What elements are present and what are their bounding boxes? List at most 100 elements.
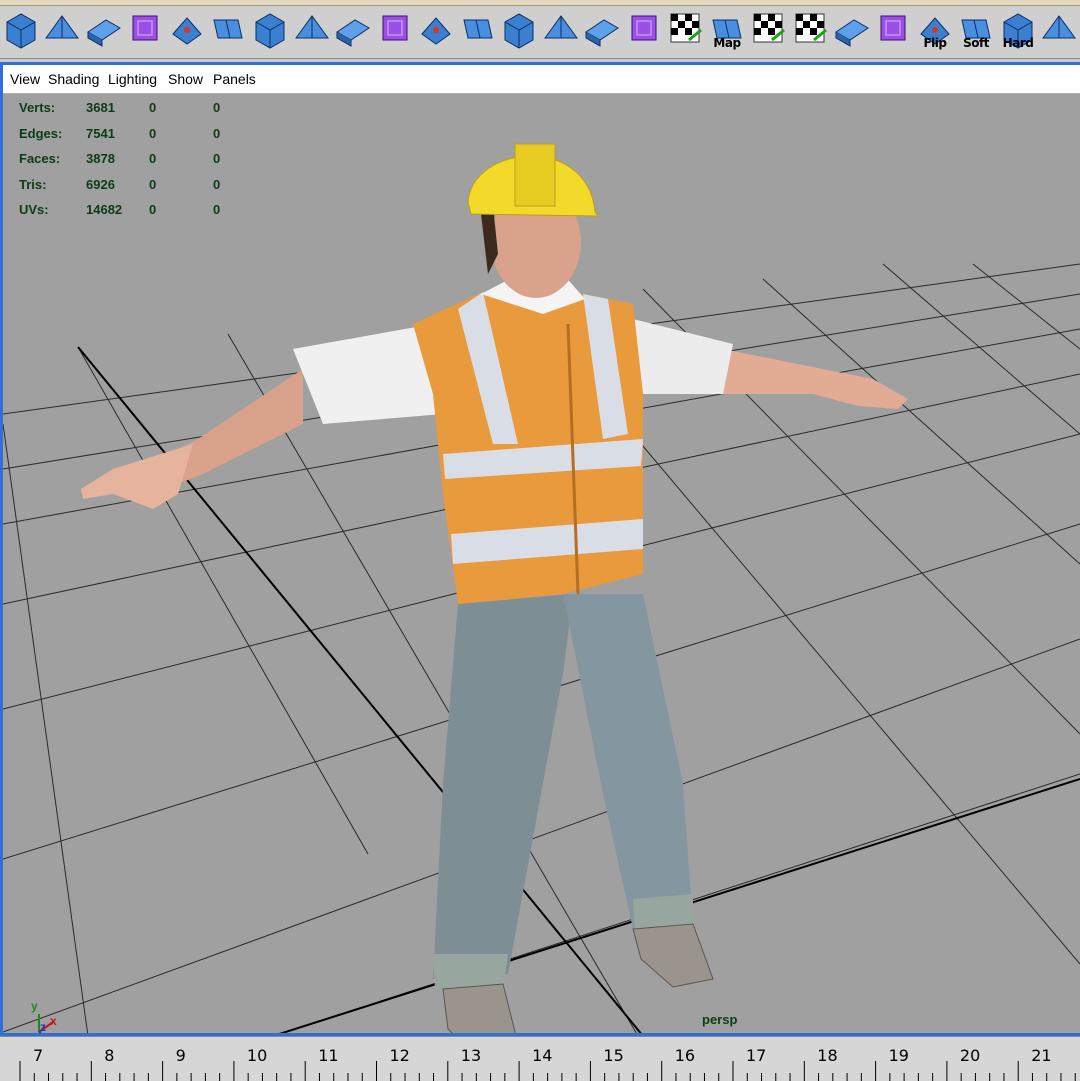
merge-vertex-tool-button[interactable] <box>416 8 456 52</box>
smooth-icon <box>382 15 408 41</box>
subdivide-icon <box>544 15 578 39</box>
uv-texture-editor-tool-button[interactable] <box>832 8 872 52</box>
append-polygon-icon <box>504 13 534 49</box>
extrude-face-icon <box>213 19 243 39</box>
perspective-viewport[interactable]: Verts: 3681 0 0 Edges: 7541 0 0 Faces: 3878 0 0 Tris… <box>3 94 1080 1034</box>
time-tick-label: 16 <box>674 1046 696 1065</box>
time-tick-label: 7 <box>33 1046 44 1065</box>
duplicate-face-icon <box>585 19 619 47</box>
cut-faces-icon <box>463 19 493 39</box>
soften-edge-tool-button[interactable]: Soft <box>956 8 996 52</box>
poly-cube-select-tool-button[interactable] <box>42 8 82 52</box>
poly-cube-wire-icon <box>87 19 121 47</box>
menu-shading[interactable]: Shading <box>48 71 99 87</box>
smooth-tool-button[interactable] <box>375 8 415 52</box>
menu-show[interactable]: Show <box>168 71 203 87</box>
poly-cube-tool-button[interactable] <box>1 8 41 52</box>
poly-cube-select-icon <box>45 15 79 39</box>
tool-label: Soft <box>963 36 989 50</box>
time-tick-label: 20 <box>959 1046 981 1065</box>
hud-row-label: UVs: <box>19 202 49 217</box>
extrude-face-tool-button[interactable] <box>208 8 248 52</box>
menu-view[interactable]: View <box>10 71 40 87</box>
uv-checker-arrow-2-tool-button[interactable] <box>790 8 830 52</box>
split-face-tool-button[interactable] <box>333 8 373 52</box>
time-tick-label: 18 <box>817 1046 838 1065</box>
time-tick-label: 12 <box>389 1046 410 1065</box>
uv-layout-tool-button[interactable] <box>873 8 913 52</box>
time-tick-label: 15 <box>603 1046 624 1065</box>
hud-row-value: 7541 <box>86 125 115 141</box>
axis-label-z: z <box>40 1020 46 1034</box>
merge-vertex-icon <box>421 17 451 45</box>
hud-row-value: 0 <box>149 100 157 115</box>
time-tick-label: 8 <box>104 1046 115 1065</box>
hud-row-value: 0 <box>149 151 157 166</box>
hud-row-value: 3681 <box>86 100 115 115</box>
cut-faces-tool-button[interactable] <box>458 8 498 52</box>
move-pivot-tool-button[interactable] <box>624 8 664 52</box>
harden-edge-tool-button[interactable]: Hard <box>998 8 1038 52</box>
plane-pyramid-tool-button[interactable] <box>125 8 165 52</box>
select-face-icon <box>172 17 202 45</box>
uv-checker-arrow-2-icon <box>795 13 827 43</box>
hud-row-label: Tris: <box>19 176 47 192</box>
camera-name-label: persp <box>702 1012 738 1027</box>
subdivide-tool-button[interactable] <box>541 8 581 52</box>
axis-label-x: x <box>50 1014 57 1028</box>
shelf-toolbar: Map Flip Soft Hard <box>0 0 1080 59</box>
time-tick-label: 9 <box>175 1046 186 1065</box>
plane-pyramid-icon <box>132 15 158 41</box>
flip-normal-tool-button[interactable]: Flip <box>915 8 955 52</box>
select-face-tool-button[interactable] <box>167 8 207 52</box>
hud-row-value: 3878 <box>86 151 115 166</box>
time-tick-label: 21 <box>1031 1046 1052 1065</box>
bevel-tool-button[interactable] <box>250 8 290 52</box>
hud-row-value: 0 <box>213 125 221 141</box>
time-tick-label: 13 <box>460 1046 482 1065</box>
uv-checker-tool-button[interactable] <box>665 8 705 52</box>
tool-label: Flip <box>923 36 947 50</box>
tool-label: Hard <box>1002 36 1034 50</box>
time-tick-label: 19 <box>888 1046 909 1065</box>
shelf-tab-strip <box>0 0 1080 6</box>
polygon-plane-tool-button[interactable] <box>1039 8 1079 52</box>
append-polygon-tool-button[interactable] <box>499 8 539 52</box>
time-tick-label: 10 <box>246 1046 268 1065</box>
time-tick-label: 11 <box>318 1046 339 1065</box>
polygon-plane-icon <box>1042 15 1076 39</box>
uv-texture-editor-icon <box>835 19 869 47</box>
poly-cube-wire-tool-button[interactable] <box>84 8 124 52</box>
uv-checker-arrow-icon <box>753 13 785 43</box>
time-tick-label: 14 <box>532 1046 553 1065</box>
axis-label-y: y <box>31 999 38 1013</box>
time-tick-label: 17 <box>746 1046 767 1065</box>
viewport-scene <box>3 143 1080 1033</box>
bevel-icon <box>255 13 285 49</box>
hud-row-value: 0 <box>213 151 221 166</box>
hud-row-label: Edges: <box>19 125 63 141</box>
menu-lighting[interactable]: Lighting <box>108 71 157 87</box>
wedge-icon <box>295 15 329 39</box>
move-pivot-icon <box>631 15 657 41</box>
poly-cube-icon <box>6 13 36 49</box>
menu-panels[interactable]: Panels <box>213 71 256 87</box>
hud-row-value: 0 <box>213 202 221 217</box>
panel-menu-bar: View Shading Lighting Show Panels <box>3 65 1080 94</box>
hud-row-value: 0 <box>213 176 221 192</box>
hud-row-label: Verts: <box>19 100 56 115</box>
uv-layout-icon <box>880 15 906 41</box>
perspective-panel: View Shading Lighting Show Panels Verts:… <box>0 62 1080 1036</box>
hud-row-value: 0 <box>149 202 157 217</box>
hud-row-value: 0 <box>149 125 157 141</box>
duplicate-face-tool-button[interactable] <box>582 8 622 52</box>
split-face-icon <box>336 19 370 47</box>
hud-row-label: Faces: <box>19 151 61 166</box>
construction-worker-model <box>81 143 908 1033</box>
auto-map-tool-button[interactable]: Map <box>707 8 747 52</box>
uv-checker-arrow-tool-button[interactable] <box>748 8 788 52</box>
uv-checker-icon <box>670 13 702 43</box>
tool-label: Map <box>713 36 741 50</box>
wedge-tool-button[interactable] <box>292 8 332 52</box>
time-slider[interactable]: 7 8 9 10 11 12 13 14 15 16 17 18 19 20 21 <box>0 1036 1080 1081</box>
